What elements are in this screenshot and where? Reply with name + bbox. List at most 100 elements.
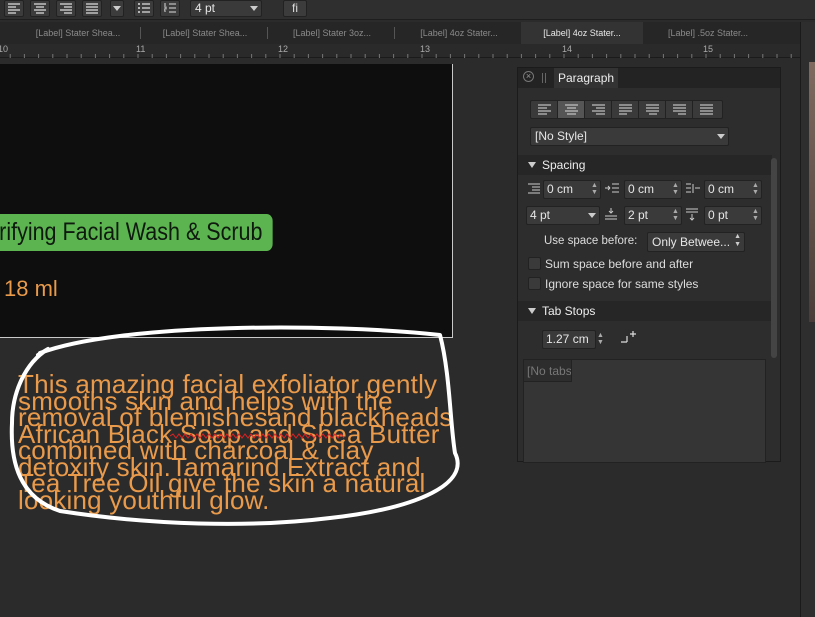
ignore-space-label: Ignore space for same styles xyxy=(545,277,699,291)
justify-all-icon xyxy=(700,104,713,115)
tab-label: [Label] Stater Shea... xyxy=(162,28,248,38)
justify-button[interactable] xyxy=(82,0,102,17)
spacing-section-header[interactable]: Spacing xyxy=(518,155,772,175)
paragraph-panel: × Paragraph [No Style] Spacing 0 cm ▲ ▼ 0… xyxy=(517,67,781,463)
justify-right-button[interactable] xyxy=(666,101,693,118)
chevron-down-icon xyxy=(113,6,121,11)
use-space-before-select[interactable]: Only Betwee... ▲ ▼ xyxy=(647,232,745,252)
ruler-ticks xyxy=(9,54,792,58)
align-right-button[interactable] xyxy=(56,0,76,17)
align-center-button[interactable] xyxy=(30,0,50,17)
tab-document-4[interactable]: [Label] 4oz Stater... xyxy=(399,22,519,44)
updown-chevron-icon: ▲ ▼ xyxy=(734,233,741,248)
ruler-number: 11 xyxy=(136,44,146,54)
product-name: rifying Facial Wash & Scrub xyxy=(0,218,263,246)
tab-document-2[interactable]: [Label] Stater Shea... xyxy=(145,22,265,44)
align-center-icon xyxy=(565,104,578,115)
ruler-number: 14 xyxy=(562,44,573,54)
tab-label: [Label] Stater 3oz... xyxy=(292,28,372,38)
space-before-stepper[interactable]: ▲ ▼ xyxy=(672,208,679,223)
document-tabs: [Label] Stater Shea... [Label] Stater Sh… xyxy=(0,22,815,44)
stroke-size-select[interactable]: 4 pt xyxy=(190,0,262,17)
numbered-list-icon xyxy=(164,3,176,13)
tab-stops-entry[interactable]: [No tabs xyxy=(524,360,572,382)
tab-divider xyxy=(394,27,395,39)
panel-grip-icon[interactable] xyxy=(542,73,546,83)
ruler-number: 15 xyxy=(703,44,714,54)
tab-stops-list[interactable]: [No tabs xyxy=(523,359,766,463)
leading-select[interactable]: 4 pt xyxy=(526,206,600,225)
ruler-number: 13 xyxy=(420,44,431,54)
justify-right-icon xyxy=(673,104,686,115)
justify-dropdown-button[interactable] xyxy=(110,0,124,17)
bullet-list-icon xyxy=(138,3,150,13)
tab-divider xyxy=(267,27,268,39)
space-after-stepper[interactable]: ▲ ▼ xyxy=(752,208,759,223)
justify-all-button[interactable] xyxy=(693,101,722,118)
leading-value: 4 pt xyxy=(530,208,551,222)
chevron-down-icon xyxy=(717,134,725,139)
sum-space-label: Sum space before and after xyxy=(545,257,694,271)
tab-document-6[interactable]: [Label] .5oz Stater... xyxy=(648,22,768,44)
right-indent-value: 0 cm xyxy=(708,182,735,196)
use-space-before-value: Only Betwee... xyxy=(652,235,731,249)
top-toolbar: 4 pt fi xyxy=(0,0,815,20)
use-space-before-label: Use space before: xyxy=(544,235,638,247)
align-left-button[interactable] xyxy=(531,101,558,118)
first-line-indent-stepper[interactable]: ▲ ▼ xyxy=(672,182,679,197)
panel-header: × Paragraph xyxy=(518,68,780,88)
tab-label: [Label] 4oz Stater... xyxy=(543,28,621,38)
right-dock-strip xyxy=(800,22,815,617)
align-right-button[interactable] xyxy=(585,101,612,118)
section-title: Tab Stops xyxy=(542,304,596,318)
left-indent-stepper[interactable]: ▲ ▼ xyxy=(591,182,598,197)
section-title: Spacing xyxy=(542,158,586,172)
align-left-icon xyxy=(8,3,20,14)
justify-left-button[interactable] xyxy=(612,101,639,118)
left-indent-icon xyxy=(528,183,540,194)
label-artboard[interactable]: rifying Facial Wash & Scrub 18 ml xyxy=(0,64,453,338)
default-tab-stepper[interactable]: ▲ ▼ xyxy=(597,332,604,347)
left-indent-value: 0 cm xyxy=(547,182,574,196)
align-center-button[interactable] xyxy=(558,101,585,118)
first-line-indent-icon xyxy=(605,183,619,193)
ligature-button[interactable]: fi xyxy=(283,0,307,17)
ruler-number: 10 xyxy=(0,44,9,54)
tab-stops-section-header[interactable]: Tab Stops xyxy=(518,301,772,321)
right-indent-icon xyxy=(686,183,700,193)
paragraph-alignment-group xyxy=(530,100,723,119)
tab-label: [Label] .5oz Stater... xyxy=(667,28,749,38)
stroke-size-value: 4 pt xyxy=(195,1,216,15)
space-before-icon xyxy=(605,208,617,220)
panel-title[interactable]: Paragraph xyxy=(554,68,619,88)
close-icon[interactable]: × xyxy=(523,71,534,82)
product-name-banner[interactable]: rifying Facial Wash & Scrub xyxy=(0,214,273,251)
justify-center-button[interactable] xyxy=(639,101,666,118)
add-tab-stop-icon[interactable] xyxy=(620,330,636,346)
bullet-list-button[interactable] xyxy=(134,0,154,17)
panel-scrollbar[interactable] xyxy=(771,158,777,358)
align-center-icon xyxy=(34,3,46,14)
justify-center-icon xyxy=(646,104,659,115)
ligature-glyph: fi xyxy=(292,1,298,15)
tab-document-1[interactable]: [Label] Stater Shea... xyxy=(18,22,138,44)
horizontal-ruler[interactable]: 10 11 12 13 14 15 xyxy=(0,44,800,58)
right-indent-stepper[interactable]: ▲ ▼ xyxy=(752,182,759,197)
tab-document-5-active[interactable]: [Label] 4oz Stater... xyxy=(521,22,643,44)
background-photo-edge xyxy=(809,62,815,322)
tab-document-3[interactable]: [Label] Stater 3oz... xyxy=(272,22,392,44)
justify-icon xyxy=(86,3,98,14)
align-left-icon xyxy=(538,104,551,115)
product-size[interactable]: 18 ml xyxy=(4,276,58,302)
paragraph-style-value: [No Style] xyxy=(535,129,588,143)
chevron-down-icon xyxy=(250,6,258,11)
paragraph-style-select[interactable]: [No Style] xyxy=(530,127,729,146)
default-tab-input[interactable]: 1.27 cm xyxy=(542,330,596,349)
sum-space-checkbox[interactable] xyxy=(528,257,541,270)
tab-divider xyxy=(140,27,141,39)
ignore-space-checkbox[interactable] xyxy=(528,277,541,290)
default-tab-value: 1.27 cm xyxy=(546,332,589,346)
justify-left-icon xyxy=(619,104,632,115)
numbered-list-button[interactable] xyxy=(160,0,180,17)
align-left-button[interactable] xyxy=(4,0,24,17)
